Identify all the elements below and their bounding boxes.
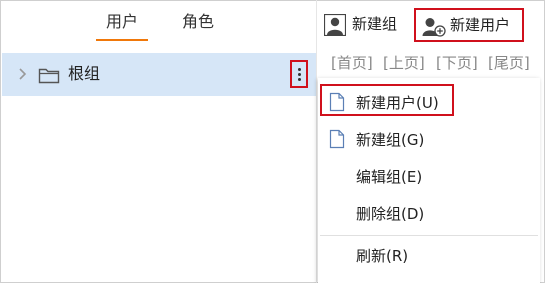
document-icon: [329, 129, 345, 149]
pager-last-link[interactable]: [尾页]: [488, 54, 530, 72]
kebab-dot: [298, 68, 301, 71]
chevron-right-icon[interactable]: [16, 66, 28, 82]
menu-item-label: 刷新(R): [356, 247, 409, 265]
menu-item-label: 删除组(D): [356, 205, 425, 223]
panel-divider: [316, 0, 317, 283]
more-options-button[interactable]: [290, 60, 308, 88]
add-user-icon: [422, 18, 446, 37]
menu-item-new-group[interactable]: 新建组(G): [318, 122, 540, 158]
tab-users[interactable]: 用户: [96, 10, 148, 41]
new-user-button[interactable]: 新建用户: [414, 8, 524, 42]
menu-item-label: 编辑组(E): [356, 168, 423, 186]
menu-item-refresh[interactable]: 刷新(R): [318, 238, 540, 274]
tree-node-root[interactable]: 根组: [2, 53, 316, 96]
menu-item-edit-group[interactable]: 编辑组(E): [318, 159, 540, 195]
new-group-button[interactable]: 新建组: [322, 8, 408, 42]
menu-item-delete-group[interactable]: 删除组(D): [318, 196, 540, 232]
tab-active-underline: [96, 39, 148, 41]
menu-item-label: 新建组(G): [356, 131, 425, 149]
pager-next-link[interactable]: [下页]: [436, 54, 478, 72]
group-icon: [324, 14, 346, 36]
highlight-box: [320, 84, 454, 116]
context-menu: 新建用户(U) 新建组(G) 编辑组(E) 删除组(D) 刷新(R): [318, 78, 540, 283]
tree-node-label: 根组: [68, 64, 101, 83]
kebab-dot: [298, 78, 301, 81]
tab-roles-label: 角色: [181, 12, 214, 31]
kebab-dot: [298, 73, 301, 76]
new-user-label: 新建用户: [450, 16, 511, 34]
folder-icon: [38, 68, 60, 84]
menu-separator: [320, 235, 538, 236]
tab-bar: 用户 角色: [0, 0, 316, 46]
tab-roles[interactable]: 角色: [178, 10, 218, 38]
tab-users-label: 用户: [105, 12, 138, 31]
new-group-label: 新建组: [352, 15, 398, 33]
pager-first-link[interactable]: [首页]: [331, 54, 373, 72]
pager-prev-link[interactable]: [上页]: [383, 54, 425, 72]
